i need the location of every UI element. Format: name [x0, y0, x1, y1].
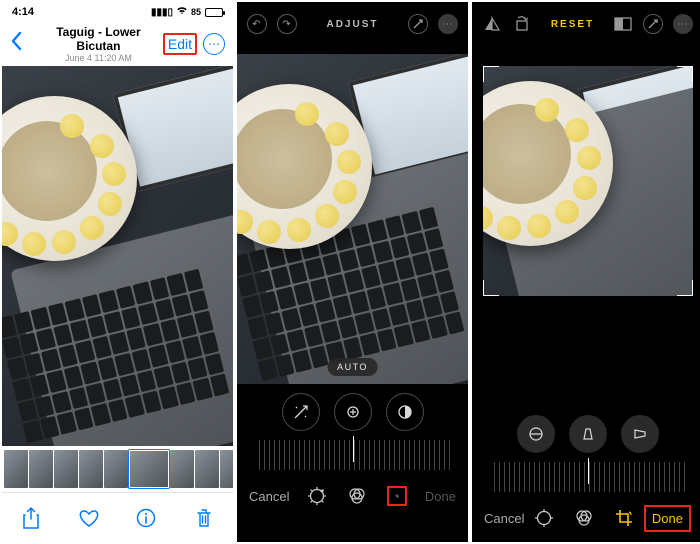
share-icon[interactable] — [21, 508, 41, 528]
thumbnail-selected[interactable] — [129, 450, 169, 488]
markup-button[interactable] — [408, 14, 428, 34]
heart-icon[interactable] — [79, 508, 99, 528]
crop-top-bar: RESET ⋯ — [472, 2, 700, 46]
adjust-label: ADJUST — [326, 19, 378, 30]
markup-button[interactable] — [643, 14, 663, 34]
more-options-button[interactable]: ⋯ — [203, 33, 225, 55]
photo-viewport[interactable] — [2, 66, 233, 446]
straighten-dial[interactable] — [517, 415, 555, 453]
crop-tab-icon[interactable] — [614, 508, 634, 528]
crop-handle-bl[interactable] — [483, 280, 499, 296]
cancel-button[interactable]: Cancel — [249, 489, 289, 504]
crop-bottom-bar: Cancel Done — [472, 492, 700, 542]
filters-tab-icon[interactable] — [347, 486, 367, 506]
thumbnail-strip[interactable] — [2, 446, 233, 492]
info-icon[interactable] — [136, 508, 156, 528]
more-button[interactable]: ⋯ — [438, 14, 458, 34]
adjust-tab-icon[interactable] — [307, 486, 327, 506]
back-button[interactable] — [10, 31, 34, 57]
adjustment-ruler[interactable] — [255, 440, 450, 470]
wifi-icon — [176, 6, 188, 18]
thumbnail[interactable] — [29, 450, 53, 488]
photo-date-subtitle: June 4 11:20 AM — [34, 53, 163, 63]
signal-icon: ▮▮▮▯ — [151, 7, 173, 18]
cancel-button[interactable]: Cancel — [484, 511, 524, 526]
adjust-tab-icon[interactable] — [534, 508, 554, 528]
thumbnail[interactable] — [220, 450, 233, 488]
brilliance-dial[interactable] — [386, 393, 424, 431]
battery-icon — [205, 8, 223, 17]
photo-location-title: Taguig - Lower Bicutan — [34, 25, 163, 53]
thumbnail[interactable] — [104, 450, 128, 488]
edit-tabs — [534, 508, 634, 528]
phone-screen-adjust: ↶ ↷ ADJUST ⋯ AUTO — [237, 2, 468, 542]
thumbnail[interactable] — [195, 450, 219, 488]
phone-screen-photo-view: 4:14 ▮▮▮▯ 85 Taguig - Lower Bicutan June… — [2, 2, 233, 542]
flip-vertical-icon[interactable] — [482, 14, 502, 34]
aspect-ratio-icon[interactable] — [613, 14, 633, 34]
crop-handle-br[interactable] — [677, 280, 693, 296]
done-button[interactable]: Done — [644, 505, 691, 532]
exposure-dial[interactable] — [334, 393, 372, 431]
redo-button[interactable]: ↷ — [277, 14, 297, 34]
crop-dials — [472, 406, 700, 462]
filters-tab-icon[interactable] — [574, 508, 594, 528]
phone-screen-crop: RESET ⋯ — [472, 2, 700, 542]
photo-toolbar — [2, 492, 233, 542]
status-right: ▮▮▮▯ 85 — [151, 6, 223, 18]
more-button[interactable]: ⋯ — [673, 14, 693, 34]
reset-button[interactable]: RESET — [551, 19, 594, 30]
status-bar: 4:14 ▮▮▮▯ 85 — [2, 2, 233, 22]
horizontal-perspective-dial[interactable] — [621, 415, 659, 453]
battery-level: 85 — [191, 7, 201, 17]
vertical-perspective-dial[interactable] — [569, 415, 607, 453]
crop-tab-icon[interactable] — [387, 486, 407, 506]
done-button[interactable]: Done — [425, 489, 456, 504]
nav-title-wrap: Taguig - Lower Bicutan June 4 11:20 AM — [34, 25, 163, 63]
thumbnail[interactable] — [54, 450, 78, 488]
auto-pill: AUTO — [327, 358, 378, 376]
thumbnail[interactable] — [170, 450, 194, 488]
auto-enhance-dial[interactable] — [282, 393, 320, 431]
crop-ruler[interactable] — [490, 462, 685, 492]
edit-photo-viewport[interactable]: AUTO — [237, 54, 468, 384]
crop-frame[interactable] — [483, 66, 693, 296]
status-time: 4:14 — [12, 6, 34, 18]
nav-bar: Taguig - Lower Bicutan June 4 11:20 AM E… — [2, 22, 233, 66]
thumbnail[interactable] — [4, 450, 28, 488]
trash-icon[interactable] — [194, 508, 214, 528]
crop-area[interactable] — [472, 66, 700, 406]
undo-button[interactable]: ↶ — [247, 14, 267, 34]
crop-handle-tr[interactable] — [677, 66, 693, 82]
edit-tabs — [307, 486, 407, 506]
crop-handle-tl[interactable] — [483, 66, 499, 82]
edit-bottom-bar: Cancel Done — [237, 470, 468, 522]
edit-button[interactable]: Edit — [163, 33, 197, 55]
thumbnail[interactable] — [79, 450, 103, 488]
edit-top-bar: ↶ ↷ ADJUST ⋯ — [237, 2, 468, 46]
adjustment-dials — [237, 384, 468, 440]
rotate-icon[interactable] — [512, 14, 532, 34]
